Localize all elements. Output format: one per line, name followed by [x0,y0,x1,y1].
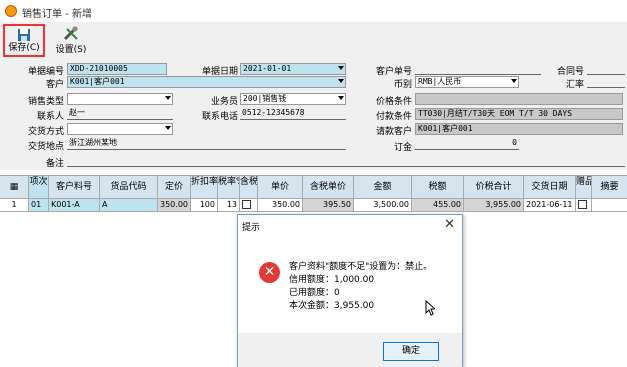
message-line: 信用额度：1,000.00 [289,275,375,285]
dropdown-arrow-icon [338,66,344,70]
cell-total[interactable]: 3,955.00 [464,199,524,211]
col-unit-price[interactable]: 单价 [258,176,303,198]
cell-unit-price[interactable]: 350.00 [258,199,303,211]
deposit-field[interactable]: 0 [415,138,519,150]
error-icon: ✕ [259,262,280,283]
dialog-message: 客户资料"额度不足"设置为：禁止。 信用额度：1,000.00 已用额度：0 本… [289,261,432,313]
grid-header: ▦ 项次 客户料号 货品代码 定价 折扣率% 税率% 含税 单价 含税单价 金额… [0,175,627,199]
customer-label: 客户 [45,80,64,90]
dropdown-arrow-icon [165,126,171,130]
trade-mode-field[interactable] [67,123,173,135]
col-tax[interactable]: 税额 [412,176,464,198]
dialog-title: 提示 [242,223,261,233]
dropdown-arrow-icon [165,96,171,100]
doc-no-label: 单据编号 [27,67,64,77]
message-line: 已用额度：0 [289,288,340,298]
cell-tax-rate[interactable]: 13 [218,199,240,211]
remark-label: 备注 [45,159,64,169]
sales-type-label: 销售类型 [27,97,64,107]
col-price[interactable]: 定价 [158,176,191,198]
deposit-label: 订金 [393,143,412,153]
trade-mode-label: 交货方式 [27,127,64,137]
col-unit-price-tax[interactable]: 含税单价 [303,176,354,198]
sales-type-field[interactable] [67,93,173,105]
pay-cond-label: 付款条件 [375,112,412,122]
settings-label: 设置(S) [55,45,87,55]
col-total[interactable]: 价税合计 [464,176,524,198]
exchange-label: 汇率 [565,80,584,90]
contact-label: 联系人 [36,112,64,122]
cell-tax[interactable]: 455.00 [412,199,464,211]
window-title: 销售订单 - 新增 [22,9,92,20]
app-icon [5,5,17,17]
cell-cust-part[interactable]: K001-A [49,199,100,211]
ok-button[interactable]: 确定 [383,342,439,361]
title-bar: 销售订单 - 新增 [0,0,627,22]
doc-date-field[interactable]: 2021-01-01 [240,63,346,75]
bill-cust-label: 请款客户 [375,127,412,137]
toolbar: 保存(C) 设置(S) [0,22,627,58]
row-number: 1 [0,199,29,211]
col-delivery-date[interactable]: 交货日期 [524,176,576,198]
exchange-field[interactable] [587,76,625,88]
col-tax-incl[interactable]: 含税 [240,176,258,198]
cell-item-code[interactable]: A [100,199,158,211]
grid-settings-icon[interactable]: ▦ [0,176,29,198]
mouse-cursor-icon [425,300,435,316]
phone-field[interactable]: 0512-12345678 [240,108,346,120]
bill-cust-field[interactable]: K001|客户001 [415,123,623,135]
settings-button[interactable]: 设置(S) [51,24,91,57]
message-line: 本次金额：3,955.00 [289,301,375,311]
dropdown-arrow-icon [338,79,344,83]
doc-no-field[interactable]: XDD-21010005 [67,63,167,75]
order-form: 单据编号 XDD-21010005 单据日期 2021-01-01 客户单号 合… [0,58,627,170]
contract-no-field[interactable] [587,63,625,75]
price-cond-field[interactable] [415,93,623,105]
col-item-no[interactable]: 项次 [29,176,49,198]
tools-icon [63,26,78,41]
col-amount[interactable]: 金额 [354,176,412,198]
table-row[interactable]: 1 01 K001-A A 350.00 100 13 350.00 395.5… [0,199,627,212]
close-icon[interactable]: ✕ [444,217,455,232]
currency-field[interactable]: RMB|人民币 [415,76,519,88]
currency-label: 币别 [393,80,412,90]
col-gift[interactable]: 赠品 [576,176,592,198]
cell-summary[interactable] [592,199,627,211]
save-button[interactable]: 保存(C) [3,24,45,57]
salesman-label: 业务员 [210,97,238,107]
customer-field[interactable]: K001|客户001 [67,76,346,88]
cell-tax-incl-checkbox[interactable] [240,199,258,211]
dropdown-arrow-icon [511,79,517,83]
message-line: 客户资料"额度不足"设置为：禁止。 [289,262,433,272]
col-summary[interactable]: 摘要 [592,176,627,198]
delivery-place-label: 交货地点 [27,142,64,152]
contract-no-label: 合同号 [556,67,584,77]
dialog-footer: 确定 [238,333,462,367]
col-discount[interactable]: 折扣率% [191,176,218,198]
price-cond-label: 价格条件 [375,97,412,107]
cell-price[interactable]: 350.00 [158,199,191,211]
contact-field[interactable]: 赵一 [67,108,173,120]
col-cust-part[interactable]: 客户料号 [49,176,100,198]
dropdown-arrow-icon [338,96,344,100]
phone-label: 联系电话 [201,112,238,122]
salesman-field[interactable]: 200|销售钱 [240,93,346,105]
save-label: 保存(C) [8,43,40,53]
col-item-code[interactable]: 货品代码 [100,176,158,198]
alert-dialog: 提示 ✕ ✕ 客户资料"额度不足"设置为：禁止。 信用额度：1,000.00 已… [237,214,463,367]
pay-cond-field[interactable]: TT030|月结T/T30天 EOM T/T 30 DAYS [415,108,623,120]
cell-discount[interactable]: 100 [191,199,218,211]
cust-no-field[interactable] [415,63,541,75]
cell-item-no[interactable]: 01 [29,199,49,211]
cust-no-label: 客户单号 [375,67,412,77]
cell-unit-price-tax[interactable]: 395.50 [303,199,354,211]
col-tax-rate[interactable]: 税率% [218,176,240,198]
cell-amount[interactable]: 3,500.00 [354,199,412,211]
cell-gift-checkbox[interactable] [576,199,592,211]
cell-delivery-date[interactable]: 2021-06-11 [524,199,576,211]
delivery-place-field[interactable]: 浙江湖州某地 [67,138,346,150]
remark-field[interactable] [67,155,625,167]
